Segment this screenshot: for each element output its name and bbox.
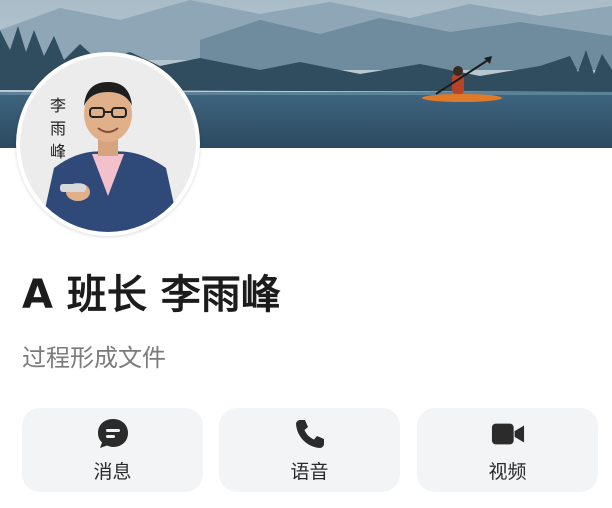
profile-subtitle: 过程形成文件: [22, 344, 166, 372]
video-camera-icon: [491, 417, 525, 451]
video-call-button-label: 视频: [488, 460, 527, 483]
profile-name: A 班长 李雨峰: [22, 272, 281, 318]
avatar[interactable]: 李 雨 峰: [16, 52, 200, 236]
svg-text:雨: 雨: [50, 119, 66, 138]
message-button[interactable]: 消息: [22, 408, 203, 492]
voice-call-button[interactable]: 语音: [219, 408, 400, 492]
video-call-button[interactable]: 视频: [417, 408, 598, 492]
message-icon: [96, 417, 130, 451]
action-bar: 消息 语音 视频: [22, 408, 598, 492]
svg-text:峰: 峰: [50, 142, 66, 161]
phone-icon: [293, 417, 327, 451]
svg-text:李: 李: [50, 96, 66, 115]
voice-call-button-label: 语音: [290, 460, 329, 483]
message-button-label: 消息: [93, 460, 132, 483]
